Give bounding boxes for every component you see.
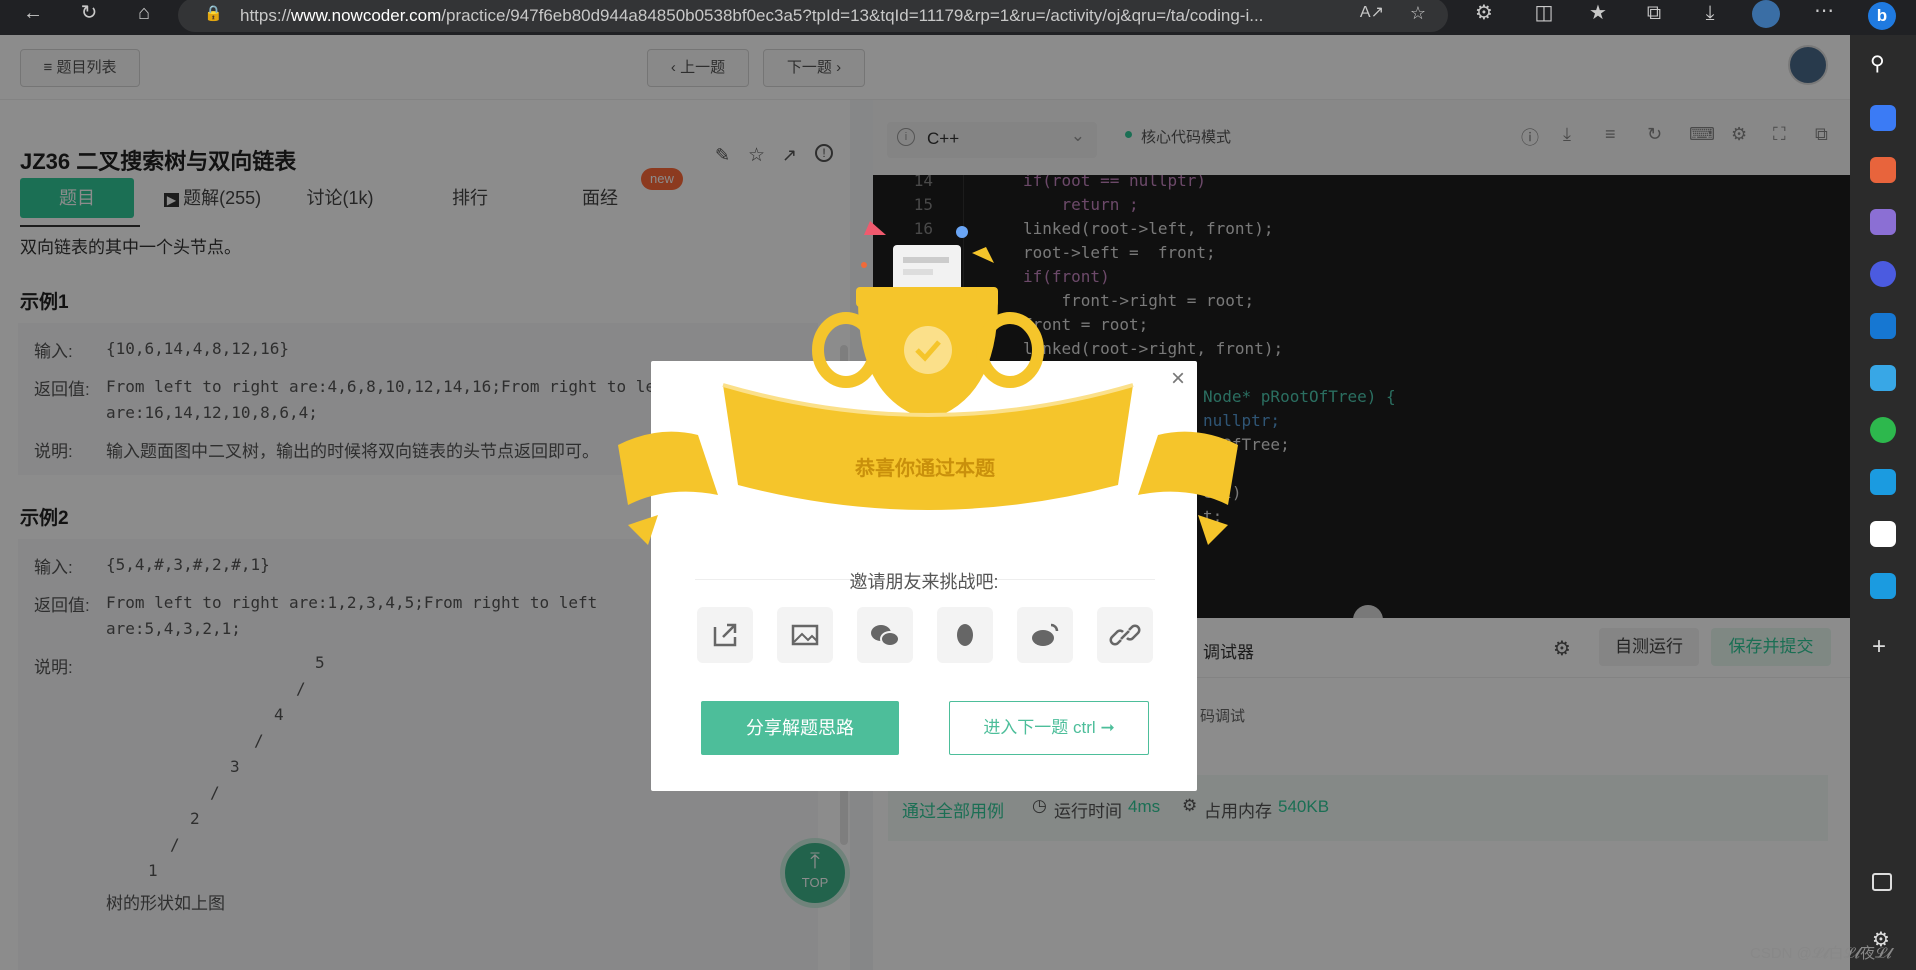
qq-icon[interactable] bbox=[937, 607, 993, 663]
refresh-icon[interactable]: ↻ bbox=[78, 2, 100, 24]
bilibili-icon-2[interactable] bbox=[1870, 573, 1896, 599]
tree-icon[interactable] bbox=[1870, 417, 1896, 443]
read-aloud-icon[interactable]: A↗ bbox=[1360, 0, 1384, 28]
collections-icon[interactable]: ⧉ bbox=[1643, 2, 1665, 24]
address-bar[interactable]: 🔒 https://www.nowcoder.com/practice/947f… bbox=[178, 0, 1448, 32]
link-icon[interactable] bbox=[1097, 607, 1153, 663]
back-icon[interactable]: ← bbox=[22, 2, 44, 24]
split-screen-icon[interactable]: ◫ bbox=[1533, 2, 1555, 24]
bilibili-icon[interactable] bbox=[1870, 469, 1896, 495]
sidebar-toggle-icon[interactable] bbox=[1872, 873, 1892, 891]
copilot-icon[interactable] bbox=[1870, 261, 1896, 287]
home-icon[interactable]: ⌂ bbox=[133, 2, 155, 24]
bing-copilot-icon[interactable]: b bbox=[1868, 2, 1896, 30]
invite-text: 邀请朋友来挑战吧: bbox=[849, 572, 999, 592]
telegram-icon[interactable] bbox=[1870, 365, 1896, 391]
next-problem-modal-button[interactable]: 进入下一题 ctrl ➞ bbox=[949, 701, 1149, 755]
share-solution-button[interactable]: 分享解题思路 bbox=[701, 701, 899, 755]
image-icon[interactable] bbox=[777, 607, 833, 663]
browser-toolbar: ← ↻ ⌂ 🔒 https://www.nowcoder.com/practic… bbox=[0, 0, 1916, 35]
favorites-icon[interactable]: ★ bbox=[1587, 2, 1609, 24]
weibo-icon[interactable] bbox=[1017, 607, 1073, 663]
outlook-icon[interactable] bbox=[1870, 313, 1896, 339]
tools-icon[interactable] bbox=[1870, 157, 1896, 183]
shopping-icon[interactable] bbox=[1870, 105, 1896, 131]
lock-icon: 🔒 bbox=[204, 5, 223, 22]
wechat-icon[interactable] bbox=[857, 607, 913, 663]
games-icon[interactable] bbox=[1870, 209, 1896, 235]
congrats-text: 恭喜你通过本题 bbox=[855, 458, 995, 480]
watermark: CSDN @𝓛𝓵白𝓛𝓵夜𝓛𝓵 bbox=[1750, 945, 1892, 962]
more-icon[interactable]: ⋯ bbox=[1813, 0, 1835, 22]
baidu-icon[interactable] bbox=[1870, 521, 1896, 547]
extensions-icon[interactable]: ⚙ bbox=[1473, 2, 1495, 24]
profile-avatar[interactable] bbox=[1752, 0, 1780, 28]
external-share-icon[interactable] bbox=[697, 607, 753, 663]
browser-sidebar: ⚲ + ⚙ bbox=[1850, 35, 1916, 970]
add-icon[interactable]: + bbox=[1872, 633, 1886, 661]
arrow-right-icon: ➞ bbox=[1100, 718, 1115, 737]
search-icon[interactable]: ⚲ bbox=[1870, 51, 1885, 76]
favorite-add-icon[interactable]: ☆ bbox=[1410, 0, 1426, 28]
url-text: https://www.nowcoder.com/practice/947f6e… bbox=[240, 6, 1264, 25]
download-icon[interactable]: ⤓ bbox=[1699, 2, 1721, 24]
trophy-ribbon-graphic bbox=[618, 221, 1238, 545]
